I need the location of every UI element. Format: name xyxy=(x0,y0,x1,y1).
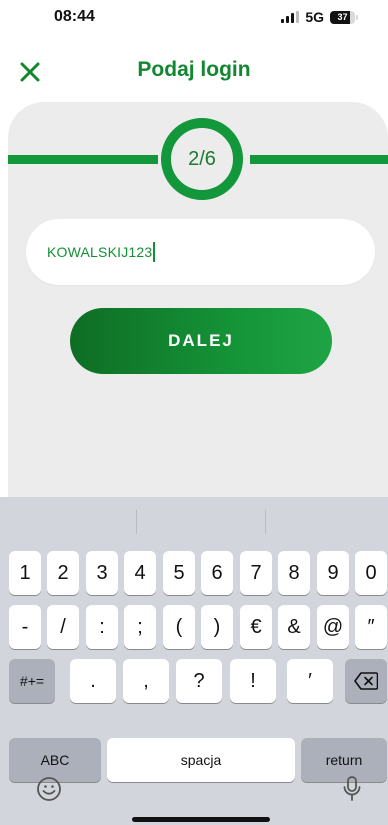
signal-icon xyxy=(281,11,300,23)
status-bar: 08:44 5G 37 xyxy=(0,0,388,40)
key-open-paren[interactable]: ( xyxy=(163,605,195,649)
key-question[interactable]: ? xyxy=(176,659,222,703)
text-caret xyxy=(153,242,156,262)
key-ampersand[interactable]: & xyxy=(278,605,310,649)
key-period[interactable]: . xyxy=(70,659,116,703)
emoji-icon xyxy=(37,777,61,801)
page-title: Podaj login xyxy=(137,58,251,81)
key-at[interactable]: @ xyxy=(317,605,349,649)
keyboard: 1 2 3 4 5 6 7 8 9 0 - / : ; ( ) € & @ ″ … xyxy=(0,497,388,825)
microphone-icon xyxy=(343,776,361,801)
step-label: 2/6 xyxy=(188,147,216,170)
key-0[interactable]: 0 xyxy=(355,551,387,595)
key-8[interactable]: 8 xyxy=(278,551,310,595)
backspace-icon xyxy=(354,672,378,690)
key-semicolon[interactable]: ; xyxy=(124,605,156,649)
space-key[interactable]: spacja xyxy=(107,738,295,782)
key-close-paren[interactable]: ) xyxy=(201,605,233,649)
microphone-button[interactable] xyxy=(337,774,367,804)
status-time: 08:44 xyxy=(54,8,95,25)
key-comma[interactable]: , xyxy=(123,659,169,703)
battery-icon: 37 xyxy=(330,10,355,24)
key-hyphen[interactable]: - xyxy=(9,605,41,649)
key-slash[interactable]: / xyxy=(47,605,79,649)
key-3[interactable]: 3 xyxy=(86,551,118,595)
key-9[interactable]: 9 xyxy=(317,551,349,595)
key-apostrophe[interactable]: ′ xyxy=(287,659,333,703)
key-5[interactable]: 5 xyxy=(163,551,195,595)
home-indicator[interactable] xyxy=(132,817,270,822)
network-type: 5G xyxy=(305,9,324,25)
next-button[interactable]: DALEJ xyxy=(70,308,332,374)
status-indicators: 5G 37 xyxy=(281,9,358,25)
backspace-key[interactable] xyxy=(345,659,387,703)
suggestion-divider xyxy=(265,510,266,534)
progress-line-left xyxy=(8,155,158,164)
suggestion-divider xyxy=(136,510,137,534)
battery-level: 37 xyxy=(337,12,348,22)
header: Podaj login xyxy=(0,44,388,96)
key-4[interactable]: 4 xyxy=(124,551,156,595)
key-6[interactable]: 6 xyxy=(201,551,233,595)
progress-line-right xyxy=(250,155,388,164)
login-input[interactable]: KOWALSKIJ123 xyxy=(26,219,375,285)
login-input-value: KOWALSKIJ123 xyxy=(47,244,153,260)
key-double-quote[interactable]: ″ xyxy=(355,605,387,649)
key-exclamation[interactable]: ! xyxy=(230,659,276,703)
key-more-symbols[interactable]: #+= xyxy=(9,659,55,703)
key-7[interactable]: 7 xyxy=(240,551,272,595)
key-2[interactable]: 2 xyxy=(47,551,79,595)
emoji-button[interactable] xyxy=(34,774,64,804)
key-colon[interactable]: : xyxy=(86,605,118,649)
step-indicator: 2/6 xyxy=(161,118,243,200)
key-1[interactable]: 1 xyxy=(9,551,41,595)
key-euro[interactable]: € xyxy=(240,605,272,649)
